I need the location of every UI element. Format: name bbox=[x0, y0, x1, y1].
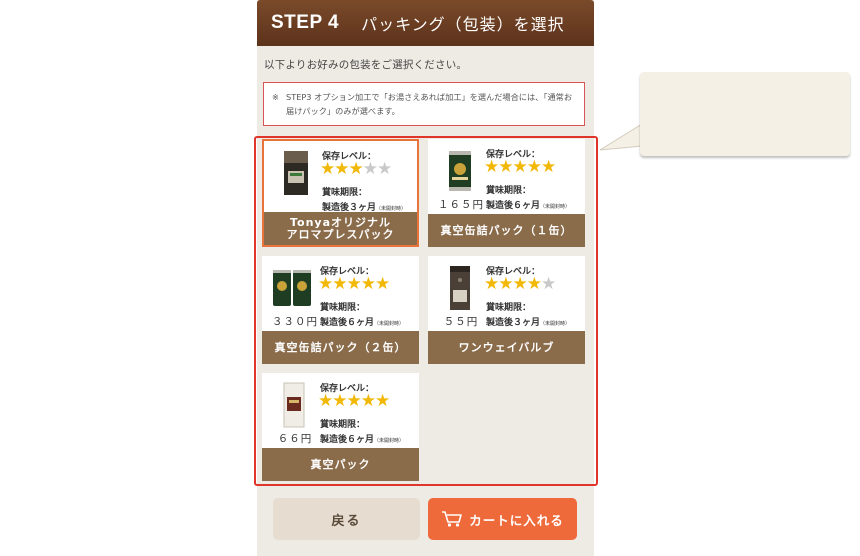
step-header: STEP 4 パッキング（包装）を選択 bbox=[257, 0, 594, 46]
back-button[interactable]: 戻る bbox=[273, 498, 420, 540]
price: ３３０円 bbox=[272, 316, 318, 328]
option-name: Tonyaオリジナル アロマプレスパック bbox=[264, 212, 417, 245]
expiry-label: 賞味期限： bbox=[320, 420, 366, 430]
callout-pointer bbox=[600, 123, 642, 151]
star-icon: ★ bbox=[526, 274, 542, 294]
rating-stars: ★★★★★ bbox=[318, 274, 390, 294]
add-to-cart-label: カートに入れる bbox=[469, 512, 564, 528]
expiry-label: 賞味期限： bbox=[486, 303, 532, 313]
star-icon: ★ bbox=[375, 274, 390, 294]
vacuum-can-image bbox=[449, 151, 471, 191]
price: ６６円 bbox=[277, 433, 313, 445]
aroma-press-bag-image bbox=[284, 151, 308, 195]
option-card-vacuum-can-2[interactable]: ３３０円 保存レベル： ★★★★★ 賞味期限： 製造後６ヶ月（未開封時） 真空缶… bbox=[262, 256, 419, 364]
star-icon: ★ bbox=[541, 157, 556, 177]
star-icon: ★ bbox=[512, 274, 528, 294]
option-name: 真空缶詰パック（１缶） bbox=[428, 214, 585, 247]
note-mark: ※ bbox=[272, 92, 279, 102]
expiry-value: 製造後６ヶ月（未開封時） bbox=[486, 201, 571, 211]
rating-stars: ★★★★★ bbox=[320, 159, 392, 179]
star-icon: ★ bbox=[346, 274, 362, 294]
star-icon: ★ bbox=[512, 157, 528, 177]
star-icon: ★ bbox=[498, 274, 513, 294]
star-icon: ★ bbox=[334, 159, 349, 179]
star-icon: ★ bbox=[362, 159, 378, 179]
expiry-value: 製造後３ヶ月（未開封時） bbox=[486, 318, 571, 328]
rating-stars: ★★★★★ bbox=[484, 157, 556, 177]
rating-stars: ★★★★★ bbox=[318, 391, 390, 411]
star-icon: ★ bbox=[526, 157, 542, 177]
one-way-valve-bag-image bbox=[450, 266, 470, 310]
option-name: 真空パック bbox=[262, 448, 419, 481]
star-icon: ★ bbox=[375, 391, 390, 411]
option-card-vacuum-bag[interactable]: ６６円 保存レベル： ★★★★★ 賞味期限： 製造後６ヶ月（未開封時） 真空パッ… bbox=[262, 373, 419, 481]
option-name: 真空缶詰パック（２缶） bbox=[262, 331, 419, 364]
packing-options: 保存レベル： ★★★★★ 賞味期限： 製造後３ヶ月（未開封時） Tonyaオリジ… bbox=[254, 136, 598, 486]
star-icon: ★ bbox=[484, 157, 499, 177]
price: ５５円 bbox=[443, 316, 479, 328]
add-to-cart-button[interactable]: カートに入れる bbox=[428, 498, 577, 540]
star-icon: ★ bbox=[360, 274, 376, 294]
star-icon: ★ bbox=[541, 274, 556, 294]
price: １６５円 bbox=[438, 199, 484, 211]
two-vacuum-cans-image bbox=[273, 270, 311, 306]
star-icon: ★ bbox=[348, 159, 364, 179]
vacuum-bag-image bbox=[283, 382, 305, 428]
note-text: STEP3 オプション加工で「お湯さえあれば加工」を選んだ場合には、「通常お届け… bbox=[286, 92, 573, 116]
expiry-label: 賞味期限： bbox=[322, 188, 368, 198]
step-title: パッキング（包装）を選択 bbox=[361, 15, 565, 34]
star-icon: ★ bbox=[318, 274, 333, 294]
star-icon: ★ bbox=[377, 159, 392, 179]
star-icon: ★ bbox=[332, 391, 347, 411]
star-icon: ★ bbox=[318, 391, 333, 411]
star-icon: ★ bbox=[332, 274, 347, 294]
star-icon: ★ bbox=[320, 159, 335, 179]
star-icon: ★ bbox=[498, 157, 513, 177]
option-card-one-way-valve[interactable]: ５５円 保存レベル： ★★★★★ 賞味期限： 製造後３ヶ月（未開封時） ワンウェ… bbox=[428, 256, 585, 364]
instruction-text: 以下よりお好みの包装をご選択ください。 bbox=[264, 59, 468, 71]
expiry-label: 賞味期限： bbox=[486, 186, 532, 196]
star-icon: ★ bbox=[484, 274, 499, 294]
cart-icon bbox=[442, 511, 463, 527]
step-number: STEP 4 bbox=[271, 12, 340, 33]
expiry-label: 賞味期限： bbox=[320, 303, 366, 313]
note-box: ※ STEP3 オプション加工で「お湯さえあれば加工」を選んだ場合には、「通常お… bbox=[263, 82, 585, 126]
expiry-value: 製造後６ヶ月（未開封時） bbox=[320, 318, 405, 328]
option-card-aroma-press[interactable]: 保存レベル： ★★★★★ 賞味期限： 製造後３ヶ月（未開封時） Tonyaオリジ… bbox=[262, 139, 419, 247]
star-icon: ★ bbox=[346, 391, 362, 411]
rating-stars: ★★★★★ bbox=[484, 274, 556, 294]
expiry-value: 製造後６ヶ月（未開封時） bbox=[320, 435, 405, 445]
callout-box bbox=[640, 72, 850, 156]
option-card-vacuum-can-1[interactable]: １６５円 保存レベル： ★★★★★ 賞味期限： 製造後６ヶ月（未開封時） 真空缶… bbox=[428, 139, 585, 247]
star-icon: ★ bbox=[360, 391, 376, 411]
option-name: ワンウェイバルブ bbox=[428, 331, 585, 364]
